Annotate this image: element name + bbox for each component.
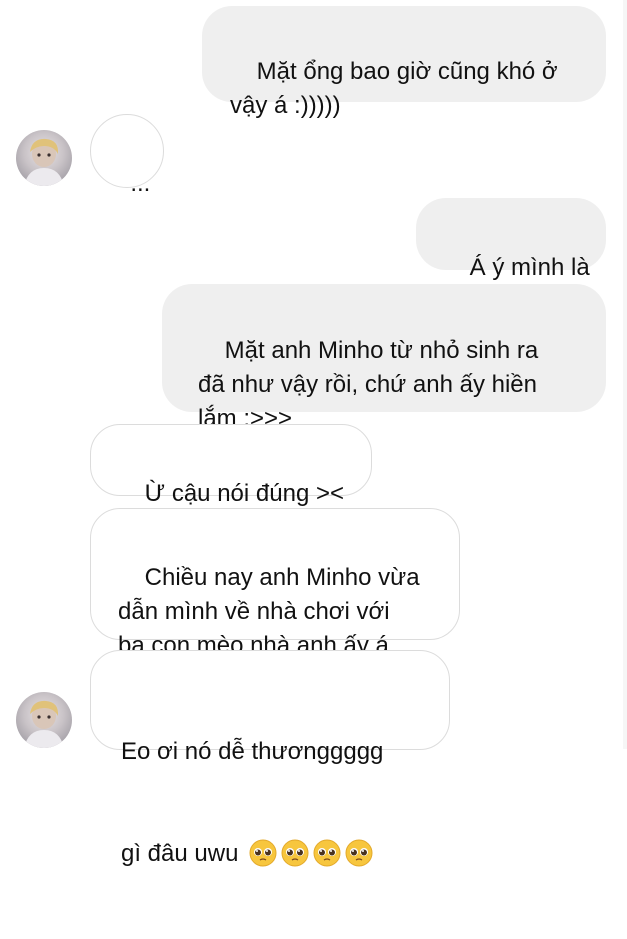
- outgoing-message-bubble[interactable]: Á ý mình là: [416, 198, 606, 281]
- message-text: Mặt ổng bao giờ cũng khó ở vậy á :))))): [230, 58, 558, 119]
- message-text: gì đâu uwu: [121, 840, 239, 867]
- message-text-line: gì đâu uwu: [121, 837, 439, 871]
- message-text: ...: [130, 170, 151, 197]
- pleading-face-icon: [249, 839, 277, 867]
- outgoing-message-bubble[interactable]: Mặt anh Minho từ nhỏ sinh ra đã như vậy …: [162, 284, 606, 432]
- pleading-face-icon: [345, 839, 373, 867]
- incoming-message-bubble[interactable]: Eo ơi nó dễ thươnggggg gì đâu uwu: [90, 650, 450, 867]
- incoming-message-bubble[interactable]: ...: [90, 114, 164, 197]
- incoming-message-bubble[interactable]: Chiều nay anh Minho vừa dẫn mình về nhà …: [90, 508, 460, 659]
- message-text: Á ý mình là: [469, 254, 590, 281]
- outgoing-message-bubble[interactable]: Mặt ổng bao giờ cũng khó ở vậy á :))))): [202, 6, 606, 119]
- pleading-face-icon: [281, 839, 309, 867]
- incoming-message-bubble[interactable]: Ừ cậu nói đúng ><: [90, 424, 372, 507]
- contact-avatar[interactable]: [16, 130, 72, 186]
- contact-avatar[interactable]: [16, 692, 72, 748]
- avatar-photo: [24, 700, 64, 748]
- message-text: Mặt anh Minho từ nhỏ sinh ra đã như vậy …: [198, 337, 539, 432]
- message-text: Chiều nay anh Minho vừa dẫn mình về nhà …: [118, 564, 420, 659]
- message-text-line: Eo ơi nó dễ thươnggggg: [121, 738, 384, 765]
- message-text: Ừ cậu nói đúng ><: [144, 480, 344, 507]
- avatar-photo: [24, 138, 64, 186]
- scrollbar[interactable]: [623, 0, 627, 749]
- pleading-face-icon: [313, 839, 341, 867]
